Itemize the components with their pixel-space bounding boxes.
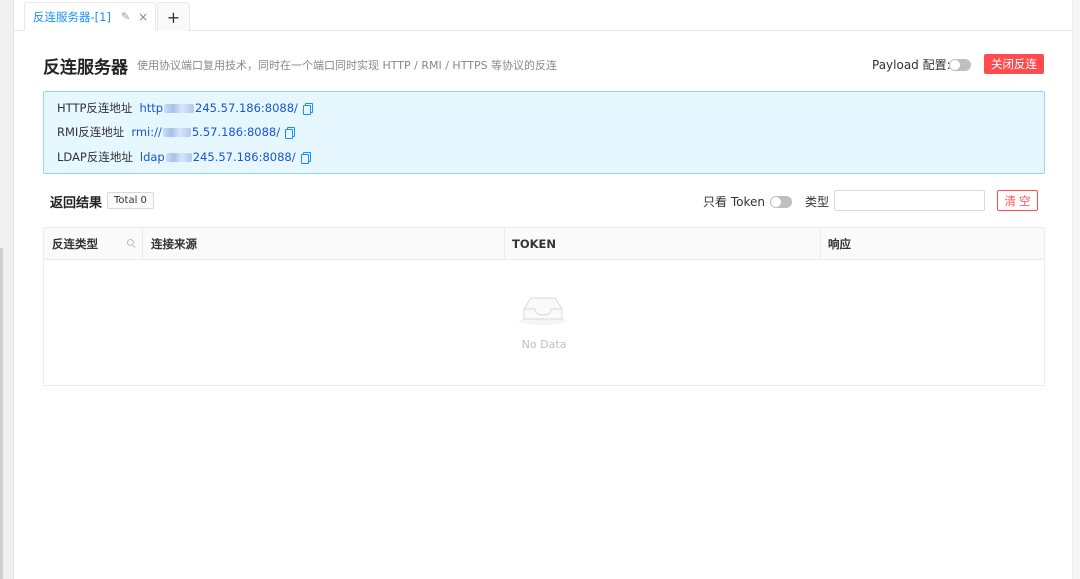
rmi-address-prefix: rmi://	[131, 125, 162, 139]
payload-config-toggle[interactable]	[949, 59, 971, 71]
clear-button[interactable]: 清空	[997, 190, 1038, 211]
copy-icon[interactable]	[300, 151, 311, 164]
toggle-knob	[771, 197, 781, 207]
http-address-row: HTTP反连地址 http 245.57.186:8088/	[57, 100, 313, 116]
empty-state: No Data	[44, 261, 1044, 385]
only-token-label: 只看 Token	[703, 195, 765, 209]
ldap-address-label: LDAP反连地址	[57, 150, 133, 164]
http-address-link[interactable]: http 245.57.186:8088/	[139, 101, 297, 115]
empty-inbox-icon	[519, 297, 567, 325]
right-scroll-edge	[1072, 0, 1080, 579]
copy-icon[interactable]	[302, 102, 313, 115]
close-icon[interactable]: ×	[138, 10, 148, 24]
redacted-blur	[165, 153, 192, 162]
column-header-source: 连接来源	[151, 237, 197, 251]
results-table: 反连类型 连接来源 TOKEN 响应 No Data	[43, 227, 1045, 386]
http-address-label: HTTP反连地址	[57, 101, 133, 115]
copy-icon[interactable]	[285, 126, 296, 139]
column-divider	[142, 228, 143, 260]
pencil-icon[interactable]: ✎	[121, 10, 130, 23]
only-token-toggle[interactable]	[770, 196, 792, 208]
left-edge	[0, 0, 14, 579]
column-header-type: 反连类型	[52, 237, 98, 251]
main-panel: 反连服务器-[1] ✎ × + 反连服务器 使用协议端口复用技术，同时在一个端口…	[14, 0, 1072, 579]
toggle-knob	[950, 60, 960, 70]
type-filter-label: 类型	[805, 195, 830, 209]
payload-config-label: Payload 配置:	[872, 58, 951, 72]
rmi-address-link[interactable]: rmi:// 5.57.186:8088/	[131, 125, 280, 139]
column-header-token: TOKEN	[512, 237, 557, 251]
table-header: 反连类型 连接来源 TOKEN 响应	[44, 228, 1044, 260]
column-divider	[820, 228, 821, 260]
ldap-address-suffix: 245.57.186:8088/	[192, 150, 296, 164]
tab-title: 反连服务器-[1]	[33, 9, 111, 24]
type-filter-input[interactable]	[834, 190, 985, 211]
http-address-suffix: 245.57.186:8088/	[195, 101, 298, 115]
add-tab-button[interactable]: +	[157, 2, 190, 31]
column-divider	[504, 228, 505, 260]
rmi-address-suffix: 5.57.186:8088/	[191, 125, 281, 139]
ldap-address-link[interactable]: ldap 245.57.186:8088/	[140, 150, 296, 164]
total-count-badge: Total 0	[107, 192, 154, 209]
rmi-address-row: RMI反连地址 rmi:// 5.57.186:8088/	[57, 124, 296, 140]
ldap-address-row: LDAP反连地址 ldap 245.57.186:8088/	[57, 149, 311, 165]
column-header-response: 响应	[828, 237, 851, 251]
http-address-prefix: http	[139, 101, 164, 115]
empty-text: No Data	[521, 338, 567, 351]
tab-bar: 反连服务器-[1] ✎ × +	[14, 0, 1072, 31]
redacted-blur	[162, 128, 191, 137]
rmi-address-label: RMI反连地址	[57, 125, 125, 139]
search-icon[interactable]	[127, 239, 136, 248]
ldap-address-prefix: ldap	[139, 150, 165, 164]
results-title: 返回结果	[50, 196, 103, 211]
tab-reverse-server[interactable]: 反连服务器-[1] ✎ ×	[24, 2, 156, 31]
page-title: 反连服务器	[43, 58, 128, 78]
left-edge-shade	[0, 248, 3, 579]
page-description: 使用协议端口复用技术，同时在一个端口同时实现 HTTP / RMI / HTTP…	[137, 59, 558, 72]
address-panel: HTTP反连地址 http 245.57.186:8088/ RMI反连地址 rm…	[43, 91, 1045, 174]
redacted-blur	[164, 104, 195, 113]
close-reverse-button[interactable]: 关闭反连	[984, 54, 1044, 74]
